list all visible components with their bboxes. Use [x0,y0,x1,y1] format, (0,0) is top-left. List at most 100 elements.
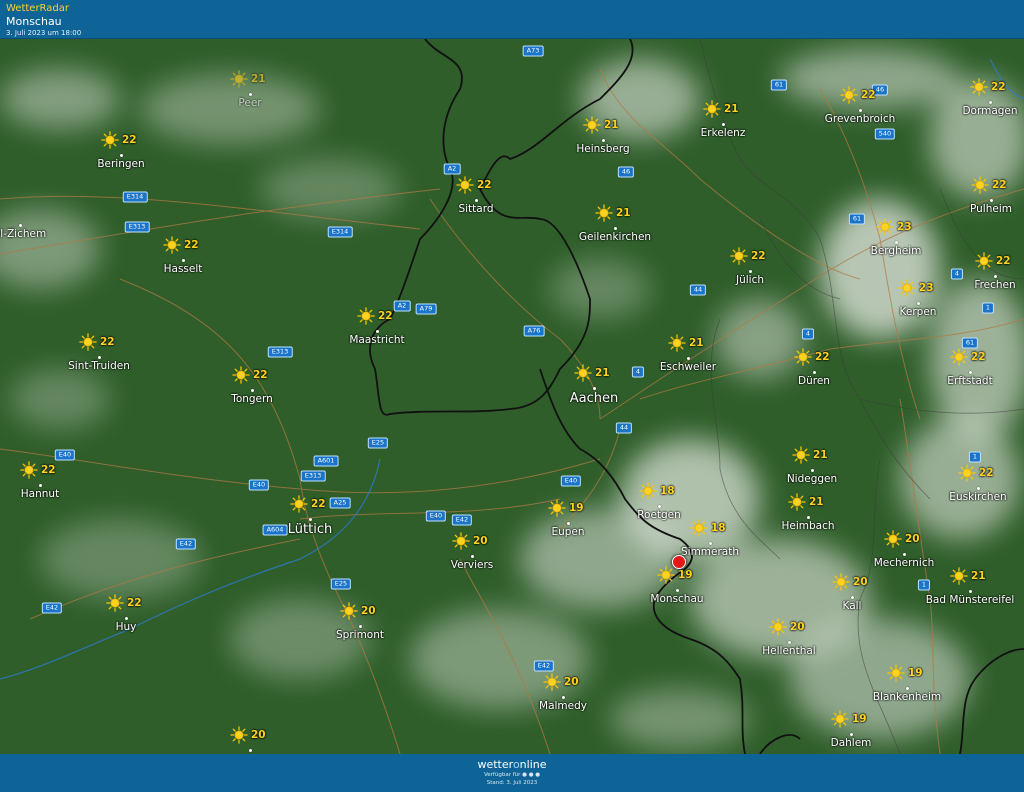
city-name: Mechernich [873,557,935,569]
temperature-label: 22 [127,597,142,609]
temperature-label: 21 [616,207,631,219]
road-badge: 4 [801,328,815,340]
city-dot [614,227,617,230]
city-dot [249,93,252,96]
city-dot [182,259,185,262]
temperature-label: 19 [852,713,867,725]
road-badge: 61 [770,79,788,91]
city-dot [906,687,909,690]
city-dot [562,696,565,699]
sun-icon [106,594,124,612]
sun-icon [232,366,250,384]
temperature-label: 22 [41,464,56,476]
city-dot [567,522,570,525]
city-dot [813,371,816,374]
city-name: Monschau [650,593,704,605]
sun-icon [340,602,358,620]
sun-icon [230,70,248,88]
sun-icon [970,78,988,96]
road-badge: E313 [267,346,293,358]
city-name: Düren [798,375,830,387]
sun-icon [101,131,119,149]
city-name: Sprimont [336,629,384,641]
city-name: Verviers [450,559,494,571]
city-name: Huy [115,621,137,633]
sun-icon [668,334,686,352]
road-badge: A604 [262,524,288,536]
city-dot [475,199,478,202]
city-name: Hasselt [163,263,203,275]
app-header: WetterRadar Monschau 3. Juli 2023 um 18:… [0,0,1024,39]
city-dot [851,596,854,599]
temperature-label: 20 [905,533,920,545]
sun-icon [975,252,993,270]
availability-text: Verfügbar für ● ● ● [483,772,541,778]
city-name: Erftstadt [947,375,993,387]
road-badge: E40 [560,475,582,487]
app-footer: wetteronline Verfügbar für ● ● ● Stand: … [0,754,1024,792]
sun-icon [583,116,601,134]
temperature-label: 21 [689,337,704,349]
city-name: Sint-Truiden [68,360,130,372]
temperature-label: 21 [813,449,828,461]
city-name: Hannut [20,488,60,500]
city-name: Erkelenz [700,127,746,139]
road-badge: A25 [329,497,351,509]
sun-icon [840,86,858,104]
city-dot [658,505,661,508]
sun-icon [703,100,721,118]
sun-icon [769,618,787,636]
sun-icon [543,673,561,691]
logo-part-post: nline [519,758,547,771]
sun-icon [163,236,181,254]
city-name: Beringen [97,158,145,170]
location-pin-icon[interactable] [672,555,686,569]
city-dot [749,270,752,273]
road-badge: 4 [631,366,645,378]
road-badge: 1 [981,302,995,314]
sun-icon [730,247,748,265]
sun-icon [290,495,308,513]
road-badge: E25 [367,437,389,449]
sun-icon [79,333,97,351]
city-name: Jülich [735,274,765,286]
city-dot [859,109,862,112]
temperature-label: 22 [992,179,1007,191]
sun-icon [887,664,905,682]
temperature-label: 20 [853,576,868,588]
city-name: Simmerath [680,546,740,558]
weather-map[interactable]: A73 61 46 540 A2 46 E314 E313 E314 61 4 1 44 A2 A79 A76… [0,39,1024,754]
temperature-label: 20 [251,729,266,741]
map-background [0,39,1024,754]
temperature-label: 23 [919,282,934,294]
road-badge: A76 [523,325,545,337]
sun-icon [456,176,474,194]
city-name: Heimbach [781,520,835,532]
city-name: Lüttich [287,522,333,537]
road-badge: E42 [175,538,197,550]
temperature-label: 22 [979,467,994,479]
city-dot [917,302,920,305]
road-badge: 44 [689,284,707,296]
city-dot [969,371,972,374]
sun-icon [788,493,806,511]
city-name: Aachen [569,391,619,406]
city-dot [309,518,312,521]
road-badge: 4 [950,268,964,280]
forecast-date: 3. Juli 2023 um 18:00 [6,29,82,37]
temperature-label: 20 [564,676,579,688]
city-dot [98,356,101,359]
city-dot [895,241,898,244]
city-name: Grevenbroich [824,113,896,125]
wetteronline-logo[interactable]: wetteronline [0,759,1024,771]
sun-icon [357,307,375,325]
city-name: Nideggen [786,473,838,485]
city-name: Malmedy [539,700,587,712]
temperature-label: 18 [660,485,675,497]
city-name: Kall [842,600,862,612]
city-dot [969,590,972,593]
sun-icon [595,204,613,222]
city-dot [120,154,123,157]
road-badge: 1 [968,451,982,463]
city-dot [990,199,993,202]
